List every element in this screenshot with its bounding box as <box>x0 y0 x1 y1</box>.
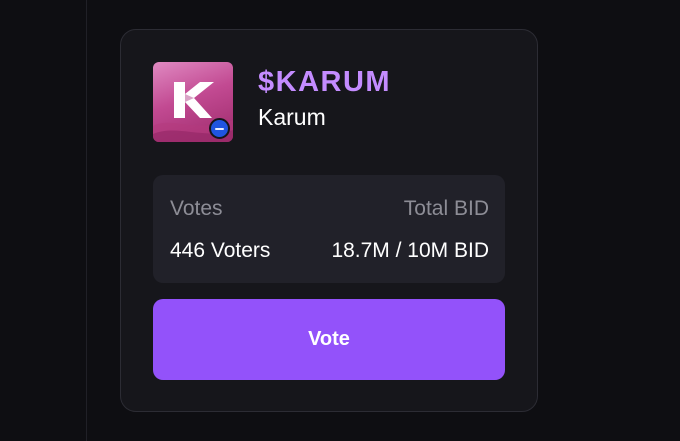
total-bid-value: 18.7M / 10M BID <box>331 239 489 262</box>
token-name: Karum <box>258 104 326 130</box>
vote-button[interactable]: Vote <box>153 299 505 380</box>
k-mark-icon <box>174 82 214 118</box>
chain-badge-icon <box>209 118 230 139</box>
votes-label: Votes <box>170 197 223 220</box>
sidebar-divider <box>86 0 87 441</box>
page: $KARUM Karum Votes Total BID 446 Voters … <box>0 0 680 441</box>
total-bid-label: Total BID <box>403 197 489 220</box>
votes-value: 446 Voters <box>170 239 271 262</box>
token-card: $KARUM Karum Votes Total BID 446 Voters … <box>120 29 538 412</box>
stats-panel: Votes Total BID 446 Voters 18.7M / 10M B… <box>153 175 505 283</box>
token-ticker: $KARUM <box>258 66 392 98</box>
